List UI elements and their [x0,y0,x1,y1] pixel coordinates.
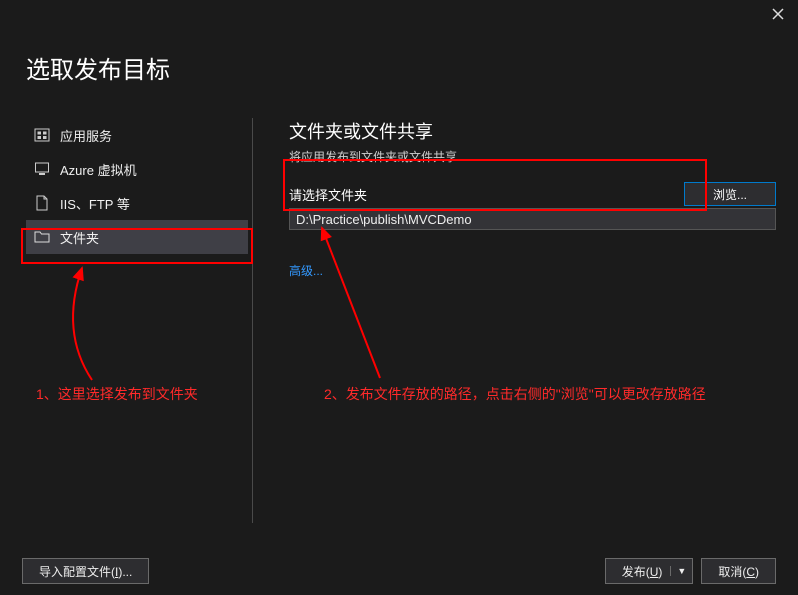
sidebar-item-folder[interactable]: 文件夹 [26,220,248,254]
cancel-button[interactable]: 取消(C) [701,558,776,584]
close-button[interactable] [768,4,788,24]
content-heading: 文件夹或文件共享 [289,118,776,144]
sidebar-item-label: Azure 虚拟机 [60,160,137,179]
import-profile-button[interactable]: 导入配置文件(I)... [22,558,149,584]
vertical-divider [252,118,253,523]
chevron-down-icon[interactable]: ▼ [670,566,686,576]
browse-button[interactable]: 浏览... [684,182,776,206]
folder-icon [34,229,50,245]
publish-button[interactable]: 发布(U) ▼ [605,558,694,584]
sidebar-item-label: 文件夹 [60,228,99,247]
vm-icon [34,161,50,177]
button-label: 发布(U) [622,563,663,580]
sidebar-item-label: IIS、FTP 等 [60,194,130,213]
sidebar-item-app-service[interactable]: 应用服务 [26,118,248,152]
app-service-icon [34,127,50,143]
bottom-bar: 导入配置文件(I)... 发布(U) ▼ 取消(C) [0,547,798,595]
sidebar-item-azure-vm[interactable]: Azure 虚拟机 [26,152,248,186]
document-icon [34,195,50,211]
advanced-link[interactable]: 高级... [289,262,776,279]
sidebar-item-label: 应用服务 [60,126,112,145]
folder-path-input[interactable]: D:\Practice\publish\MVCDemo [289,208,776,230]
sidebar-item-iis-ftp[interactable]: IIS、FTP 等 [26,186,248,220]
button-label: 导入配置文件(I)... [39,563,132,580]
content-subheading: 将应用发布到文件夹或文件共享 [289,148,776,165]
content-pane: 文件夹或文件共享 将应用发布到文件夹或文件共享 请选择文件夹 D:\Practi… [289,100,776,523]
dialog-title: 选取发布目标 [26,50,170,85]
button-label: 取消(C) [718,563,759,580]
sidebar: 应用服务 Azure 虚拟机 IIS、FTP 等 文件夹 [26,100,248,523]
